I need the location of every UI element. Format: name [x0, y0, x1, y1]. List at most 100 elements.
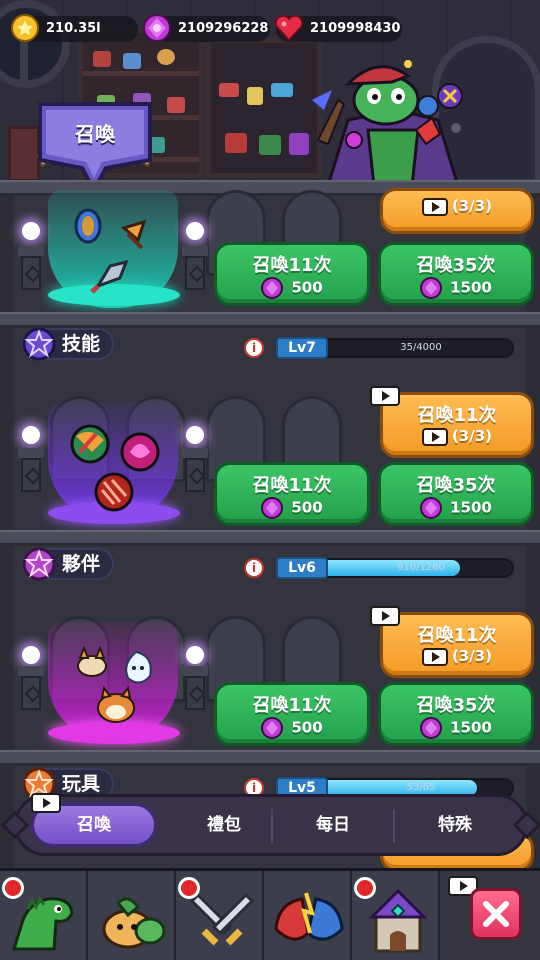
- notification-dot: [178, 877, 200, 899]
- summon-11-cost: 500: [291, 718, 323, 737]
- purple-gem-icon: [420, 497, 443, 519]
- pentagram-badge-icon: [22, 547, 56, 581]
- tab-daily[interactable]: 每日: [273, 803, 393, 847]
- section-divider: [0, 530, 540, 546]
- heart-counter: 2109998430: [274, 14, 402, 42]
- level-progress-text: 35/4000: [400, 342, 442, 353]
- pentagram-badge-icon: [22, 327, 56, 361]
- glow-orb: [22, 646, 40, 664]
- purple-gem-icon: [420, 717, 443, 739]
- close-x-icon: [483, 901, 509, 927]
- tab-packages[interactable]: 禮包: [163, 803, 285, 847]
- purple-gem-icon: [261, 717, 284, 739]
- gold-counter: 210.35l: [11, 14, 138, 42]
- glowing-pedestal-left: [18, 414, 44, 492]
- equipment-summon-panel: (3/3) 召喚11次 500 召喚35次 1500: [0, 188, 540, 312]
- nav-castle[interactable]: [352, 871, 440, 960]
- equipment-items-icon: [74, 208, 147, 294]
- summon-35-button[interactable]: 召喚35次 1500: [378, 682, 534, 746]
- glowing-pedestal-right: [182, 196, 208, 290]
- glowing-pedestal-left: [18, 196, 44, 290]
- summon-11-label: 召喚11次: [252, 475, 332, 496]
- glowing-pedestal-right: [182, 414, 208, 492]
- glow-orb: [22, 222, 40, 240]
- summon-11-cost: 500: [291, 498, 323, 517]
- partners-level-bar: 910/1260 Lv6: [276, 557, 514, 579]
- pets-icon: [102, 897, 166, 949]
- summon-11-label: 召喚11次: [252, 695, 332, 716]
- nav-battle[interactable]: [176, 871, 264, 960]
- gold-coin-icon: [11, 14, 39, 42]
- gem-value: 2109296228: [178, 21, 269, 36]
- heart-value: 2109998430: [310, 21, 401, 36]
- summon-11-button[interactable]: 召喚11次 500: [214, 682, 370, 746]
- glow-orb: [186, 426, 204, 444]
- level-tag: Lv7: [276, 337, 328, 359]
- gold-value: 210.35l: [46, 21, 101, 36]
- video-ad-icon: [421, 427, 448, 446]
- info-icon[interactable]: i: [244, 338, 264, 358]
- ad-summon-count: (3/3): [451, 647, 493, 665]
- summon-11-cost: 500: [291, 278, 323, 297]
- purple-gem-icon: [261, 497, 284, 519]
- summon-35-cost: 1500: [450, 718, 492, 737]
- ad-summon-label: 召喚11次: [417, 625, 497, 646]
- skills-section-name: 技能: [62, 333, 101, 355]
- purple-gem-icon: [143, 14, 171, 42]
- partners-section-name: 夥伴: [62, 553, 101, 575]
- summon-11-button[interactable]: 召喚11次 500: [214, 242, 370, 306]
- video-ad-badge-icon: [370, 386, 400, 406]
- info-icon[interactable]: i: [244, 558, 264, 578]
- glowing-pedestal-right: [182, 632, 208, 710]
- ad-summon-count: (3/3): [451, 197, 493, 215]
- nav-monsters[interactable]: [264, 871, 352, 960]
- skills-section-tag: 技能: [22, 327, 115, 361]
- video-ad-icon: [421, 197, 448, 216]
- video-ad-badge-icon: [370, 606, 400, 626]
- ad-summon-button[interactable]: (3/3): [380, 188, 534, 234]
- close-button[interactable]: [470, 888, 522, 940]
- glow-orb: [22, 426, 40, 444]
- nav-dinosaur-character[interactable]: [0, 871, 88, 960]
- summon-35-button[interactable]: 召喚35次 1500: [378, 242, 534, 306]
- summon-35-cost: 1500: [450, 498, 492, 517]
- ad-summon-label: 召喚11次: [417, 405, 497, 426]
- level-progress-text: 910/1260: [397, 562, 445, 573]
- level-tag: Lv6: [276, 557, 328, 579]
- purple-gem-icon: [420, 277, 443, 299]
- monsters-icon: [274, 892, 344, 941]
- wizard-dragon-character: [312, 60, 463, 186]
- ad-summon-button[interactable]: 召喚11次 (3/3): [380, 392, 534, 458]
- summon-11-label: 召喚11次: [252, 255, 332, 276]
- tab-special[interactable]: 特殊: [395, 803, 515, 847]
- nav-pets[interactable]: [88, 871, 176, 960]
- glowing-pedestal-left: [18, 632, 44, 710]
- glow-orb: [186, 646, 204, 664]
- heart-icon: [274, 14, 304, 42]
- summon-11-button[interactable]: 召喚11次 500: [214, 462, 370, 526]
- summon-35-cost: 1500: [450, 278, 492, 297]
- toys-section-name: 玩具: [62, 773, 101, 795]
- video-ad-icon: [421, 647, 448, 666]
- gem-counter: 2109296228: [143, 14, 270, 42]
- summon-banner-title: 召喚: [75, 122, 115, 146]
- section-divider: [0, 312, 540, 328]
- notification-dot: [354, 877, 376, 899]
- green-dinosaur-icon: [11, 896, 74, 951]
- purple-gem-icon: [261, 277, 284, 299]
- summon-35-button[interactable]: 召喚35次 1500: [378, 462, 534, 526]
- glow-orb: [186, 222, 204, 240]
- item-shelf-2: [206, 38, 322, 178]
- ad-summon-button[interactable]: 召喚11次 (3/3): [380, 612, 534, 678]
- castle-icon: [368, 888, 428, 953]
- ad-summon-count: (3/3): [451, 427, 493, 445]
- video-ad-badge-icon: [31, 793, 61, 813]
- summon-35-label: 召喚35次: [416, 475, 496, 496]
- notification-dot: [2, 877, 24, 899]
- skills-summon-panel: 技能 i 35/4000 Lv7 召喚11次 (3/3) 召喚11次 500 召…: [0, 327, 540, 530]
- section-divider: [0, 750, 540, 766]
- partner-pets-icon: [77, 646, 152, 723]
- skill-orbs-icon: [70, 424, 160, 512]
- skills-level-bar: 35/4000 Lv7: [276, 337, 514, 359]
- summon-35-label: 召喚35次: [416, 695, 496, 716]
